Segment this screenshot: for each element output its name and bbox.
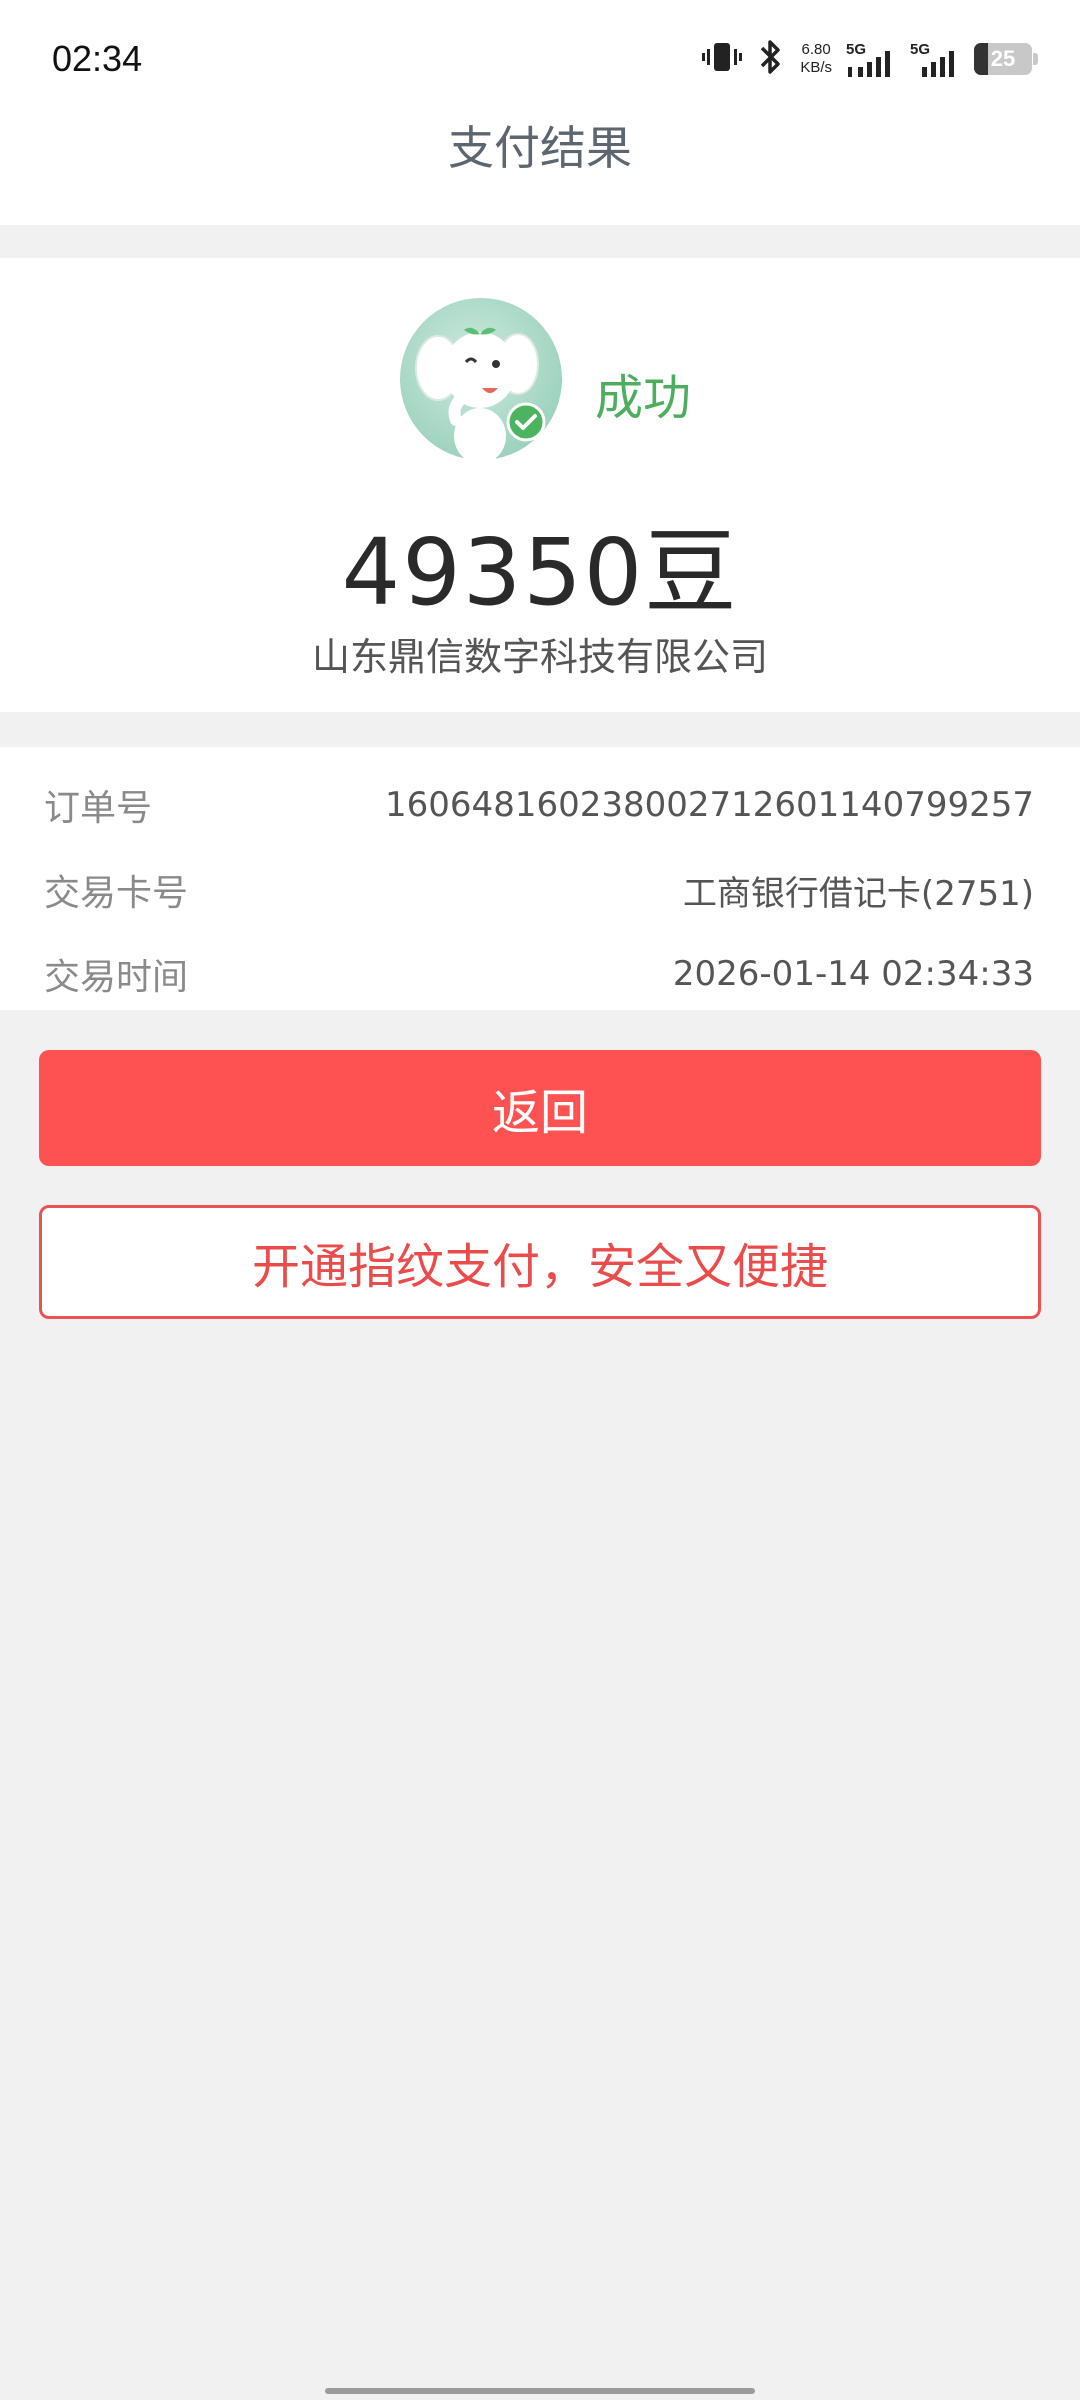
payment-status: 成功 bbox=[595, 370, 692, 426]
back-button[interactable]: 返回 bbox=[39, 1050, 1041, 1166]
detail-label: 订单号 bbox=[44, 788, 153, 829]
network-speed-unit: KB/s bbox=[800, 59, 832, 76]
status-icons: 6.80 KB/s 5G 5G 25 bbox=[702, 34, 1038, 84]
status-time: 02:34 bbox=[52, 38, 143, 79]
detail-value: 工商银行借记卡(2751) bbox=[682, 873, 1034, 914]
payment-result-card: 成功 49350豆 山东鼎信数字科技有限公司 bbox=[0, 258, 1080, 712]
detail-value: 2026-01-14 02:34:33 bbox=[672, 954, 1034, 994]
merchant-name: 山东鼎信数字科技有限公司 bbox=[311, 635, 768, 679]
payment-amount: 49350豆 bbox=[341, 519, 739, 626]
transaction-details: 订单号 1606481602380027126011407992​57 交易卡号… bbox=[0, 747, 1080, 1010]
detail-label: 交易卡号 bbox=[44, 873, 189, 914]
battery-level: 25 bbox=[990, 46, 1016, 71]
enable-fingerprint-pay-button[interactable]: 开通指纹支付，安全又便捷 bbox=[39, 1205, 1041, 1319]
status-bar: 02:34 6.80 KB/s 5G 5G 25 bbox=[0, 0, 1080, 115]
signal-sim1-icon: 5G bbox=[846, 37, 896, 81]
signal-sim2-icon: 5G bbox=[910, 37, 960, 81]
detail-row-time: 交易时间 2026-01-14 02:34:33 bbox=[44, 944, 1034, 1004]
bluetooth-icon bbox=[756, 38, 786, 80]
detail-row-order-number: 订单号 1606481602380027126011407992​57 bbox=[44, 775, 1034, 835]
detail-row-card: 交易卡号 工商银行借记卡(2751) bbox=[44, 860, 1034, 920]
network-speed-value: 6.80 bbox=[801, 41, 831, 58]
network-speed: 6.80 KB/s bbox=[800, 41, 832, 77]
detail-label: 交易时间 bbox=[44, 957, 189, 998]
title-bar: 支付结果 bbox=[0, 115, 1080, 225]
vibrate-icon bbox=[702, 39, 743, 79]
elephant-mascot-icon bbox=[400, 298, 562, 470]
battery-icon: 25 bbox=[974, 43, 1038, 75]
home-indicator[interactable] bbox=[325, 2388, 755, 2394]
page-title: 支付结果 bbox=[448, 121, 632, 175]
detail-value: 1606481602380027126011407992​57 bbox=[385, 785, 1034, 825]
